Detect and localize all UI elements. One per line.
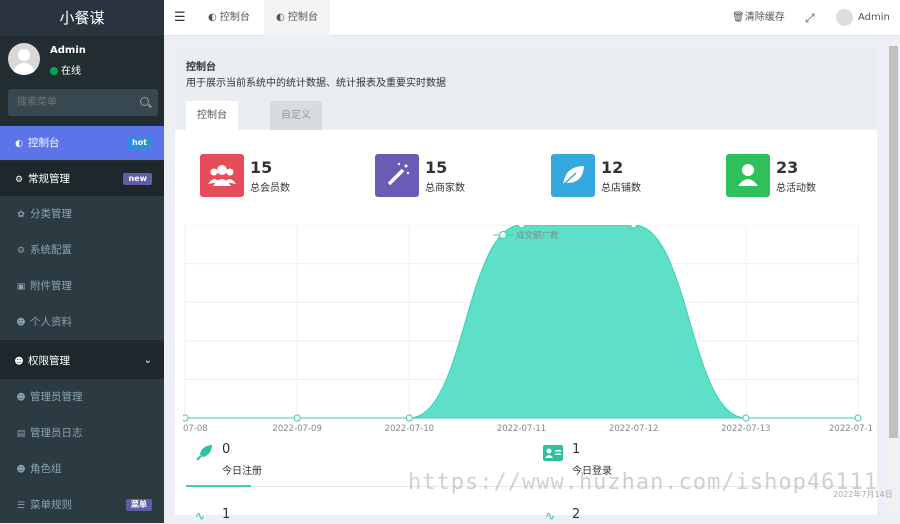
sidebar-item-admin[interactable]: ☻ 管理员管理: [0, 379, 164, 415]
cogs-icon: ⚙: [14, 175, 24, 185]
sidebar-item-adminlog[interactable]: ▤ 管理员日志: [0, 415, 164, 451]
sidebar-item-group[interactable]: ☻ 角色组: [0, 451, 164, 487]
tab-dashboard[interactable]: 控制台: [186, 101, 238, 130]
x-tick-label: 2022-07-10: [385, 424, 434, 434]
rocket-icon: [196, 444, 213, 461]
hamburger-icon[interactable]: ☰: [174, 0, 186, 36]
user-icon: ☻: [16, 318, 26, 328]
gear-icon: ⚙: [16, 246, 26, 256]
leaf-icon: [551, 154, 595, 197]
hot-badge: hot: [126, 137, 152, 149]
menu-search-input[interactable]: [8, 89, 128, 116]
data-point: [405, 414, 413, 422]
magic-wand-icon: [375, 154, 419, 197]
x-tick-label: 2022-07-13: [721, 424, 770, 434]
stat-value: 0: [222, 442, 231, 457]
stat-label: 总活动数: [776, 183, 816, 194]
fullscreen-icon[interactable]: ⤢: [805, 0, 815, 36]
stat-value: 23: [776, 158, 799, 177]
user-status: 在线: [50, 62, 81, 77]
user-icon: [726, 154, 770, 197]
scrollbar-thumb[interactable]: [889, 46, 898, 438]
user-name: Admin: [50, 45, 86, 56]
data-point: [742, 414, 750, 422]
top-navbar: ☰ ◐ 控制台 ◐ 控制台 🗑清除缓存 ⤢ Admin: [164, 0, 900, 36]
leaf-icon: ✿: [17, 210, 25, 220]
panel-heading: 控制台 用于展示当前系统中的统计数据、统计报表及重要实时数据 控制台 自定义: [175, 47, 877, 130]
series-area: [185, 225, 858, 419]
stat-icon: ∿: [195, 509, 206, 523]
new-badge: new: [123, 173, 152, 185]
sidebar: 小餐谋 Admin 在线 ◐控制台 hot ⚙常规管理 new ✿分类管理 ⚙系…: [0, 0, 164, 523]
stat-label: 今日注册: [222, 466, 262, 477]
list-alt-icon: ▤: [16, 429, 26, 439]
scrollbar[interactable]: [888, 40, 899, 515]
content-panel: 控制台 用于展示当前系统中的统计数据、统计报表及重要实时数据 控制台 自定义 1…: [175, 47, 877, 523]
group-icon: ☻: [14, 357, 24, 367]
x-tick-label: 2022-07-1: [829, 424, 873, 434]
stat-value: 12: [601, 158, 624, 177]
x-tick-label: 07-08: [183, 424, 208, 434]
stat-label: 总会员数: [250, 183, 290, 194]
area-chart: 07-08 2022-07-09 2022-07-10 2022-07-11 2022-…: [183, 225, 873, 434]
image-icon: ▣: [16, 282, 26, 292]
chevron-down-icon: ⌄: [143, 355, 152, 366]
data-point: [630, 225, 638, 229]
avatar: [836, 8, 853, 26]
trash-icon: 🗑: [732, 12, 745, 23]
sidebar-item-auth[interactable]: ☻ 权限管理 ⌄: [0, 343, 164, 379]
menu-search: [8, 89, 158, 116]
tab-dashboard-1[interactable]: ◐ 控制台: [198, 0, 260, 36]
sidebar-item-category[interactable]: ✿ 分类管理: [0, 196, 164, 232]
app-logo[interactable]: 小餐谋: [0, 0, 164, 36]
x-axis-ticks: 07-08 2022-07-09 2022-07-10 2022-07-11 2022-…: [183, 424, 873, 434]
users-icon: [200, 154, 244, 197]
dashboard-icon: ◐: [276, 12, 285, 23]
sidebar-item-attachment[interactable]: ▣ 附件管理: [0, 268, 164, 304]
panel-title: 控制台: [186, 62, 216, 73]
id-card-icon: [543, 445, 563, 461]
watermark-date: 2022年7月14日: [833, 490, 893, 499]
rule-badge: 菜单: [126, 499, 152, 511]
dashboard-icon: ◐: [15, 139, 23, 149]
user-menu[interactable]: Admin: [836, 0, 890, 36]
stat-value: 15: [425, 158, 448, 177]
sidebar-item-profile[interactable]: ☻ 个人资料: [0, 304, 164, 340]
tab-custom[interactable]: 自定义: [270, 101, 322, 130]
data-point: [854, 414, 862, 422]
data-point: [183, 414, 189, 422]
data-point: [518, 225, 525, 229]
sidebar-item-dashboard[interactable]: ◐ 控制台 hot: [0, 126, 164, 160]
search-icon[interactable]: [140, 97, 149, 106]
online-dot-icon: [50, 67, 58, 75]
user-panel: Admin 在线: [0, 36, 164, 84]
stat-label: 总店铺数: [601, 183, 641, 194]
dashboard-icon: ◐: [208, 12, 217, 23]
tab-dashboard-2[interactable]: ◐ 控制台: [264, 0, 330, 36]
x-tick-label: 2022-07-12: [609, 424, 658, 434]
sidebar-item-config[interactable]: ⚙ 系统配置: [0, 232, 164, 268]
x-tick-label: 2022-07-11: [497, 424, 546, 434]
clear-cache-button[interactable]: 🗑清除缓存: [732, 0, 785, 36]
data-point: [293, 414, 301, 422]
stat-icon: ∿: [545, 509, 556, 523]
x-tick-label: 2022-07-09: [272, 424, 321, 434]
group-icon: ☻: [16, 465, 26, 475]
stat-value: 15: [250, 158, 273, 177]
sidebar-item-general[interactable]: ⚙ 常规管理 new: [0, 162, 164, 196]
watermark-text: https://www.huzhan.com/ishop46111: [408, 470, 879, 495]
sidebar-item-rule[interactable]: ☰ 菜单规则 菜单: [0, 487, 164, 523]
stat-label: 总商家数: [425, 183, 465, 194]
legend-label: 成交额广数: [516, 230, 559, 241]
panel-description: 用于展示当前系统中的统计数据、统计报表及重要实时数据: [186, 78, 446, 89]
user-icon: ☻: [16, 393, 26, 403]
avatar: [8, 43, 40, 75]
bars-icon: ☰: [16, 501, 26, 511]
stat-value: 1: [572, 442, 581, 457]
tab-underline: [186, 485, 251, 487]
